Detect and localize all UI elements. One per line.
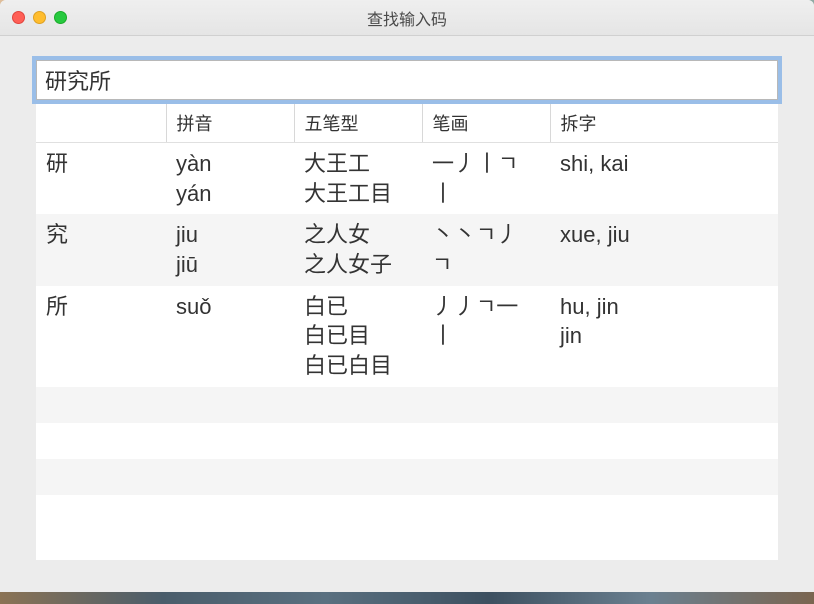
table-row-empty: [36, 459, 778, 495]
table-row[interactable]: 究 jiu jiū 之人女 之人女子 丶丶ㄱ丿 ㄱ xue, jiu: [36, 214, 778, 285]
header-wubi[interactable]: 五笔型: [294, 104, 422, 143]
cell-chaizi: hu, jin jin: [550, 286, 778, 387]
minimize-icon[interactable]: [33, 11, 46, 24]
cell-wubi: 大王工 大王工目: [294, 143, 422, 215]
table-row-empty: [36, 423, 778, 459]
cell-chaizi: shi, kai: [550, 143, 778, 215]
header-character[interactable]: [36, 104, 166, 143]
header-chaizi[interactable]: 拆字: [550, 104, 778, 143]
desktop-background-strip: [0, 592, 814, 604]
cell-character: 究: [36, 214, 166, 285]
cell-character: 所: [36, 286, 166, 387]
cell-character: 研: [36, 143, 166, 215]
cell-wubi: 之人女 之人女子: [294, 214, 422, 285]
table-row[interactable]: 研 yàn yán 大王工 大王工目 一丿丨ㄱ 丨 shi, kai: [36, 143, 778, 215]
cell-wubi: 白已 白已目 白已白目: [294, 286, 422, 387]
window-title: 查找输入码: [12, 6, 802, 30]
cell-stroke: 丶丶ㄱ丿 ㄱ: [422, 214, 550, 285]
header-pinyin[interactable]: 拼音: [166, 104, 294, 143]
traffic-lights: [12, 11, 67, 24]
title-bar: 查找输入码: [0, 0, 814, 36]
results-table-wrapper: 拼音 五笔型 笔画 拆字 研 yàn yán 大王工 大王工目 一丿丨ㄱ 丨 s…: [36, 104, 778, 560]
results-table: 拼音 五笔型 笔画 拆字 研 yàn yán 大王工 大王工目 一丿丨ㄱ 丨 s…: [36, 104, 778, 531]
table-row-empty: [36, 387, 778, 423]
header-stroke[interactable]: 笔画: [422, 104, 550, 143]
search-input[interactable]: [36, 60, 778, 100]
content-area: 拼音 五笔型 笔画 拆字 研 yàn yán 大王工 大王工目 一丿丨ㄱ 丨 s…: [0, 36, 814, 592]
cell-stroke: 丿丿ㄱ一 丨: [422, 286, 550, 387]
table-row-empty: [36, 495, 778, 531]
close-icon[interactable]: [12, 11, 25, 24]
cell-chaizi: xue, jiu: [550, 214, 778, 285]
cell-stroke: 一丿丨ㄱ 丨: [422, 143, 550, 215]
cell-pinyin: yàn yán: [166, 143, 294, 215]
table-row[interactable]: 所 suǒ 白已 白已目 白已白目 丿丿ㄱ一 丨 hu, jin jin: [36, 286, 778, 387]
window: 查找输入码 拼音 五笔型 笔画 拆字 研 yàn yán: [0, 0, 814, 592]
maximize-icon[interactable]: [54, 11, 67, 24]
cell-pinyin: suǒ: [166, 286, 294, 387]
cell-pinyin: jiu jiū: [166, 214, 294, 285]
